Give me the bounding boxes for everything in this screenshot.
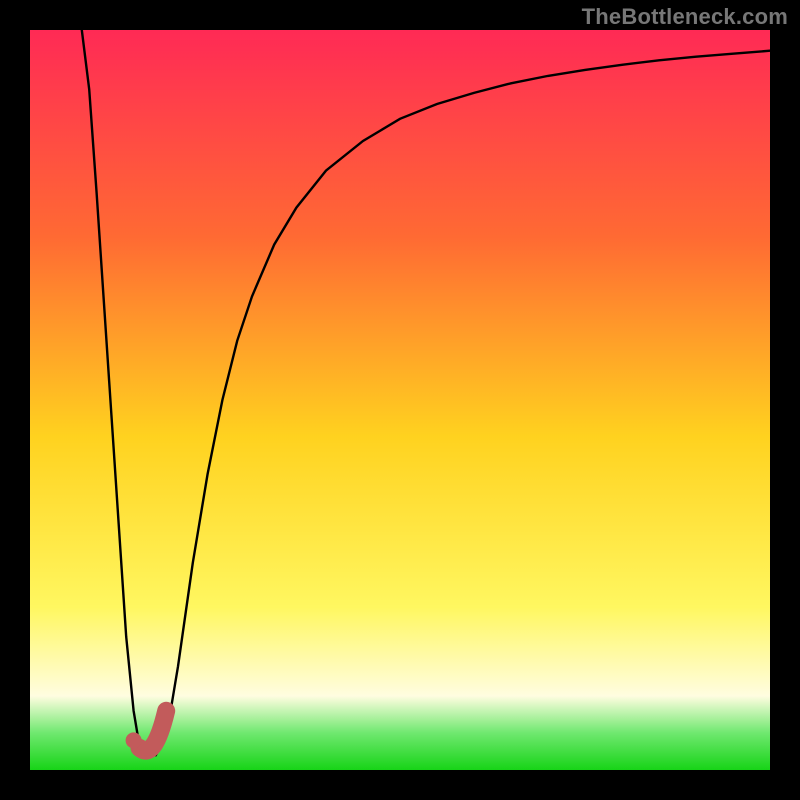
gradient-panel xyxy=(30,30,770,770)
chart-stage: TheBottleneck.com xyxy=(0,0,800,800)
watermark-text: TheBottleneck.com xyxy=(582,4,788,30)
bottleneck-chart xyxy=(0,0,800,800)
j-marker-dot xyxy=(126,732,142,748)
